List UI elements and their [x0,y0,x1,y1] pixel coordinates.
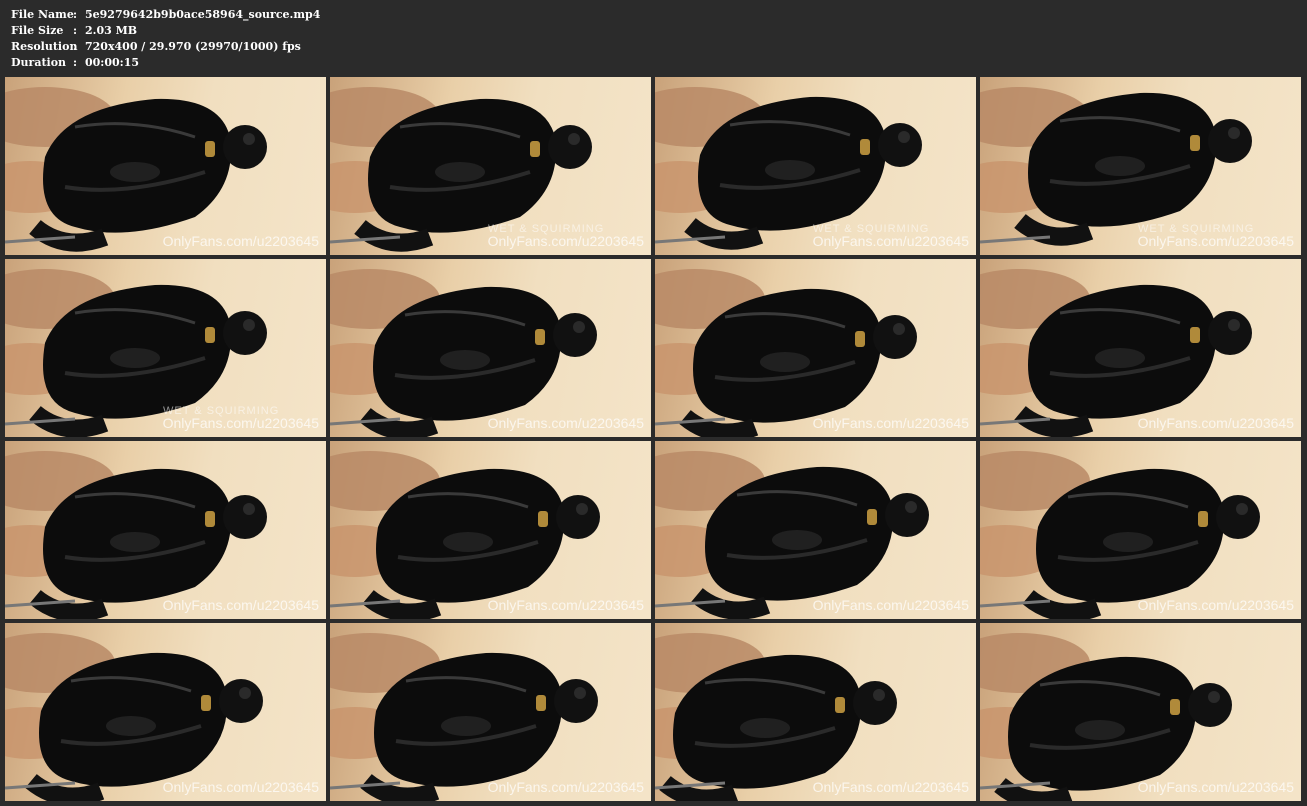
watermark: OnlyFans.com/u2203645 [487,415,644,431]
frame-image [330,451,600,619]
file-size-value: 2.03 MB [85,24,138,37]
video-thumbnail: OnlyFans.com/u2203645 [330,259,651,437]
video-thumbnail: WET & SQUIRMING OnlyFans.com/u2203645 [330,77,651,255]
frame-image [5,451,267,619]
resolution-row: Resolution : 720x400 / 29.970 (29970/100… [11,39,320,55]
watermark: OnlyFans.com/u2203645 [487,233,644,249]
frame-image [330,269,597,437]
frame-image [5,633,263,801]
separator: : [73,8,78,21]
video-thumbnail: OnlyFans.com/u2203645 [5,623,326,801]
resolution-value: 720x400 / 29.970 (29970/1000) fps [85,40,301,53]
file-size-row: File Size : 2.03 MB [11,23,320,39]
file-info: File Name : 5e9279642b9b0ace58964_source… [11,7,320,71]
watermark: OnlyFans.com/u2203645 [162,597,319,613]
watermark: OnlyFans.com/u2203645 [1137,597,1294,613]
video-thumbnail: OnlyFans.com/u2203645 [655,259,976,437]
video-thumbnail: OnlyFans.com/u2203645 [5,441,326,619]
video-thumbnail: OnlyFans.com/u2203645 [980,259,1301,437]
video-thumbnail: OnlyFans.com/u2203645 [330,623,651,801]
frame-image [655,451,929,619]
frame-image [655,633,897,801]
video-thumbnail: OnlyFans.com/u2203645 [980,623,1301,801]
watermark: OnlyFans.com/u2203645 [162,415,319,431]
thumbnail-grid: OnlyFans.com/u2203645 WET & SQUIRMING Only… [5,77,1301,801]
watermark: OnlyFans.com/u2203645 [162,779,319,795]
frame-image [980,269,1252,437]
duration-row: Duration : 00:00:15 [11,55,320,71]
frame-image [655,269,917,437]
duration-label: Duration [11,56,67,69]
watermark: OnlyFans.com/u2203645 [812,415,969,431]
file-name-value: 5e9279642b9b0ace58964_source.mp4 [85,8,321,21]
watermark: OnlyFans.com/u2203645 [487,779,644,795]
watermark: OnlyFans.com/u2203645 [812,233,969,249]
video-thumbnail: WET & SQUIRMING OnlyFans.com/u2203645 [655,77,976,255]
video-thumbnail: OnlyFans.com/u2203645 [655,441,976,619]
watermark: OnlyFans.com/u2203645 [162,233,319,249]
separator: : [73,24,78,37]
video-thumbnail: OnlyFans.com/u2203645 [330,441,651,619]
watermark: OnlyFans.com/u2203645 [1137,779,1294,795]
file-name-label: File Name [11,8,74,21]
file-name-row: File Name : 5e9279642b9b0ace58964_source… [11,7,320,23]
frame-image [980,451,1260,619]
resolution-label: Resolution [11,40,78,53]
watermark: OnlyFans.com/u2203645 [812,779,969,795]
frame-image [980,633,1232,801]
watermark: OnlyFans.com/u2203645 [487,597,644,613]
watermark: OnlyFans.com/u2203645 [812,597,969,613]
separator: : [73,40,78,53]
watermark: OnlyFans.com/u2203645 [1137,233,1294,249]
video-thumbnail: WET & SQUIRMING OnlyFans.com/u2203645 [5,259,326,437]
contact-sheet: File Name : 5e9279642b9b0ace58964_source… [0,0,1307,806]
separator: : [73,56,78,69]
frame-image [330,633,598,801]
watermark: OnlyFans.com/u2203645 [1137,415,1294,431]
frame-image [5,87,267,252]
duration-value: 00:00:15 [85,56,140,69]
file-size-label: File Size [11,24,64,37]
video-thumbnail: OnlyFans.com/u2203645 [980,441,1301,619]
video-thumbnail: WET & SQUIRMING OnlyFans.com/u2203645 [980,77,1301,255]
video-thumbnail: OnlyFans.com/u2203645 [5,77,326,255]
video-thumbnail: OnlyFans.com/u2203645 [655,623,976,801]
